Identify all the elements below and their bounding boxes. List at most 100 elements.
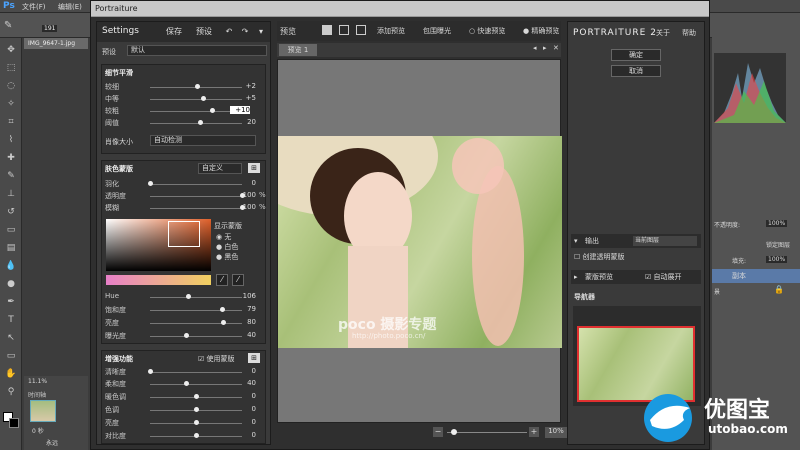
slider-track[interactable]	[150, 99, 242, 100]
slider-knob[interactable]	[221, 320, 227, 325]
preview-tab[interactable]: 预览 1	[279, 44, 317, 56]
slider-track[interactable]	[150, 384, 242, 385]
hue-range-bar[interactable]	[106, 275, 211, 285]
slider-track[interactable]	[150, 336, 242, 337]
collapse-icon[interactable]: ▸	[574, 270, 578, 284]
background-color[interactable]	[9, 418, 19, 428]
eraser-icon[interactable]: ▭	[4, 224, 18, 236]
slider-knob[interactable]	[193, 394, 199, 399]
mask-option-none[interactable]: ◉ 无	[216, 232, 231, 242]
skin-mode-select[interactable]: 自定义	[198, 163, 242, 174]
shape-tool-icon[interactable]: ▭	[4, 350, 18, 362]
radio-icon[interactable]: ●	[216, 253, 222, 261]
brush-tool-icon[interactable]: ✎	[4, 20, 12, 31]
skin-pick-icon[interactable]: ⊞	[248, 163, 260, 173]
about-link[interactable]: 关于	[656, 28, 670, 38]
slider-track[interactable]	[150, 310, 242, 311]
slider-track[interactable]	[150, 111, 242, 112]
preview-canvas[interactable]: poco 摄影专题 http://photo.poco.cn/	[277, 59, 562, 423]
slider-knob[interactable]	[193, 407, 199, 412]
slider-track[interactable]	[150, 196, 242, 197]
slider-row[interactable]: Hue 106	[102, 292, 267, 302]
slider-row[interactable]: 对比度 0	[102, 431, 265, 441]
fast-preview-radio[interactable]: ○ 快速预览	[469, 26, 505, 36]
frame-thumbnail[interactable]	[30, 400, 56, 422]
slider-knob[interactable]	[186, 294, 192, 299]
add-preview-button[interactable]: 添加预览	[377, 26, 405, 36]
slider-knob[interactable]	[147, 369, 153, 374]
mask-option-white[interactable]: ● 白色	[216, 242, 238, 252]
loop-select[interactable]: 永远	[46, 438, 58, 447]
brush-icon[interactable]: ✎	[4, 170, 18, 182]
output-select[interactable]: 当前图层	[633, 236, 697, 246]
slider-value-input[interactable]: +10	[230, 106, 250, 114]
layer-row-selected[interactable]: 副本	[712, 269, 800, 283]
blur-icon[interactable]: 💧	[4, 260, 18, 272]
cancel-button[interactable]: 取消	[611, 65, 661, 77]
slider-knob[interactable]	[198, 120, 204, 125]
radio-selected-icon[interactable]: ●	[523, 27, 529, 35]
eyedropper-icon[interactable]: ⌇	[4, 134, 18, 146]
slider-track[interactable]	[150, 184, 242, 185]
healing-brush-icon[interactable]: ✚	[4, 152, 18, 164]
color-selection-box[interactable]	[168, 221, 200, 247]
marquee-tool-icon[interactable]: ⬚	[4, 62, 18, 74]
checkbox-icon[interactable]: ☐	[574, 253, 580, 261]
slider-row[interactable]: 较细 +2	[102, 82, 267, 92]
document-tab[interactable]: IMG_9647-1.jpg	[24, 38, 88, 49]
ps-menu-edit[interactable]: 编辑(E)	[58, 2, 82, 12]
preset-button[interactable]: 预设	[193, 25, 215, 39]
slider-knob[interactable]	[220, 307, 226, 312]
radio-icon[interactable]: ○	[469, 27, 475, 35]
create-mask-checkbox[interactable]: ☐ 创建透明蒙版	[574, 252, 625, 262]
slider-row[interactable]: 羽化 0	[102, 179, 267, 189]
slider-knob[interactable]	[184, 333, 190, 338]
radio-selected-icon[interactable]: ◉	[216, 233, 222, 241]
preset-select[interactable]: 默认	[127, 45, 267, 56]
radio-icon[interactable]: ●	[216, 243, 222, 251]
portrait-size-select[interactable]: 自动检测	[150, 135, 256, 146]
zoom-tool-icon[interactable]: ⚲	[4, 386, 18, 398]
path-select-icon[interactable]: ↖	[4, 332, 18, 344]
slider-row[interactable]: 亮度 80	[102, 318, 267, 328]
slider-row[interactable]: 暖色调 0	[102, 392, 265, 402]
ps-menu-file[interactable]: 文件(F)	[22, 2, 46, 12]
precise-preview-radio[interactable]: ● 精确预览	[523, 26, 559, 36]
history-brush-icon[interactable]: ↺	[4, 206, 18, 218]
mask-option-black[interactable]: ● 黑色	[216, 252, 238, 262]
slider-row[interactable]: 曝光度 40	[102, 331, 267, 341]
slider-knob[interactable]	[200, 96, 206, 101]
zoom-slider-track[interactable]	[447, 432, 527, 433]
color-picker-field[interactable]	[106, 219, 211, 271]
tab-close-icon[interactable]: ✕	[553, 44, 559, 52]
tab-next-icon[interactable]: ▸	[543, 44, 547, 52]
auto-expand-checkbox[interactable]: ☑ 自动展开	[645, 270, 682, 284]
slider-row[interactable]: 透明度 100%	[102, 191, 267, 201]
lasso-tool-icon[interactable]: ◌	[4, 80, 18, 92]
checkbox-checked-icon[interactable]: ☑	[645, 273, 651, 281]
expand-icon[interactable]: ▾	[574, 234, 578, 248]
eyedropper-icon[interactable]: ⁄	[216, 274, 228, 286]
slider-track[interactable]	[150, 372, 242, 373]
split-horizontal-icon[interactable]	[339, 25, 349, 35]
slider-track[interactable]	[150, 323, 242, 324]
slider-knob[interactable]	[147, 181, 153, 186]
hand-tool-icon[interactable]: ✋	[4, 368, 18, 380]
pen-icon[interactable]: ✒	[4, 296, 18, 308]
slider-knob[interactable]	[193, 420, 199, 425]
help-link[interactable]: 帮助	[682, 28, 696, 38]
preview-photo[interactable]: poco 摄影专题 http://photo.poco.cn/	[278, 136, 562, 348]
slider-row[interactable]: 阈值 20	[102, 118, 267, 128]
checkbox-checked-icon[interactable]: ☑	[198, 355, 204, 363]
zoom-in-icon[interactable]: +	[529, 427, 539, 437]
fill-value[interactable]: 100%	[766, 256, 788, 263]
eyedropper-minus-icon[interactable]: ⁄	[232, 274, 244, 286]
magic-wand-icon[interactable]: ✧	[4, 98, 18, 110]
brush-size[interactable]: 191	[42, 25, 58, 32]
undo-icon[interactable]: ↶	[223, 25, 235, 39]
use-mask-checkbox[interactable]: ☑ 使用蒙版	[198, 354, 235, 364]
slider-knob[interactable]	[184, 381, 190, 386]
slider-row[interactable]: 模糊 100%	[102, 203, 267, 213]
ok-button[interactable]: 确定	[611, 49, 661, 61]
slider-row[interactable]: 较粗 +10	[102, 106, 267, 116]
